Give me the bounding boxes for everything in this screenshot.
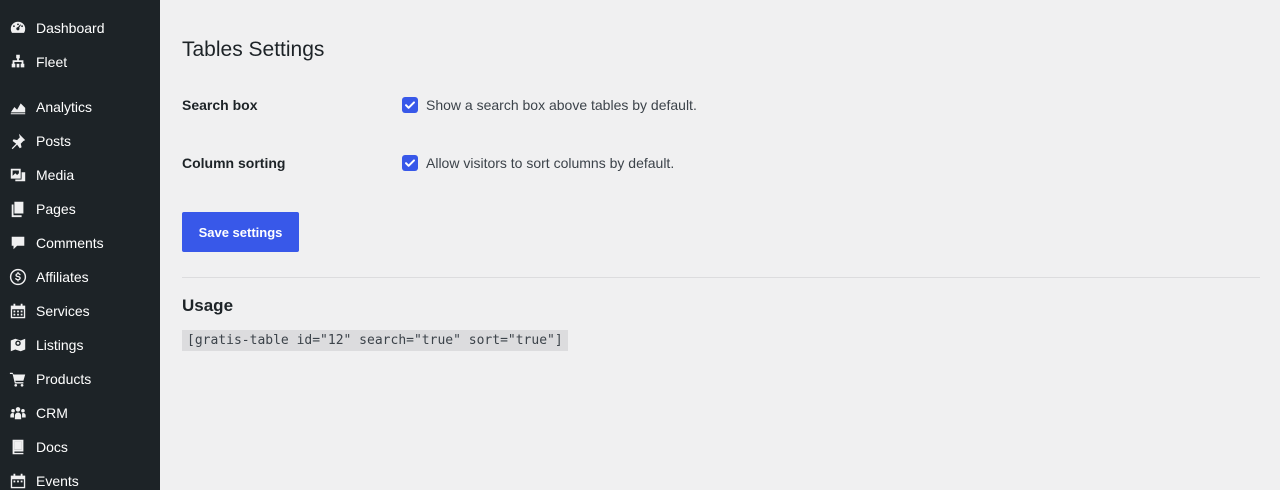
sidebar-item-label: Docs [36,439,68,455]
sidebar-item-label: Products [36,371,92,387]
sidebar-item-comments[interactable]: Comments [0,226,160,260]
sidebar-item-products[interactable]: Products [0,362,160,396]
book-icon [9,438,27,456]
sidebar-item-analytics[interactable]: Analytics [0,90,160,124]
sidebar-item-label: Listings [36,337,84,353]
sidebar-item-dashboard[interactable]: Dashboard [0,11,160,45]
sidebar-item-listings[interactable]: Listings [0,328,160,362]
comment-icon [9,234,27,252]
sidebar-item-affiliates[interactable]: Affiliates [0,260,160,294]
column-sorting-checkbox[interactable] [402,155,418,171]
area-chart-icon [9,98,27,116]
sidebar-item-label: Fleet [36,54,68,70]
sidebar-item-services[interactable]: Services [0,294,160,328]
setting-field: Allow visitors to sort columns by defaul… [402,155,674,171]
setting-label: Search box [182,97,258,113]
setting-field: Show a search box above tables by defaul… [402,97,697,113]
sidebar-item-docs[interactable]: Docs [0,430,160,464]
dollar-icon [9,268,27,286]
calendar-icon [9,472,27,490]
groups-icon [9,404,27,422]
sidebar-item-label: Affiliates [36,269,89,285]
sidebar-item-label: Events [36,473,79,489]
sidebar-item-pages[interactable]: Pages [0,192,160,226]
sidebar-item-label: CRM [36,405,68,421]
checkmark-icon [405,101,415,109]
save-settings-button[interactable]: Save settings [182,212,299,252]
sidebar-item-label: Pages [36,201,76,217]
sidebar-item-fleet[interactable]: Fleet [0,45,160,79]
checkmark-icon [405,159,415,167]
sidebar-item-label: Media [36,167,75,183]
setting-row-column-sorting: Column sorting Allow visitors to sort co… [182,152,1260,174]
sidebar-item-media[interactable]: Media [0,158,160,192]
setting-row-search-box: Search box Show a search box above table… [182,94,1260,116]
setting-description: Show a search box above tables by defaul… [426,97,697,113]
calendar-icon [9,302,27,320]
sidebar-item-label: Comments [36,235,104,251]
media-icon [9,166,27,184]
sidebar-item-label: Services [36,303,90,319]
sidebar-item-label: Analytics [36,99,93,115]
section-divider [182,277,1260,278]
search-box-checkbox[interactable] [402,97,418,113]
pages-icon [9,200,27,218]
map-icon [9,336,27,354]
pin-icon [9,132,27,150]
usage-heading: Usage [182,296,234,315]
dashboard-icon [9,19,27,37]
setting-description: Allow visitors to sort columns by defaul… [426,155,675,171]
admin-sidebar: Dashboard Fleet Analytics Posts Media Pa… [0,0,160,490]
sidebar-item-label: Dashboard [36,20,105,36]
sidebar-item-events[interactable]: Events [0,464,160,490]
usage-shortcode: [gratis-table id="12" search="true" sort… [182,330,568,351]
cart-icon [9,370,27,388]
sitemap-icon [9,53,27,71]
sidebar-item-label: Posts [36,133,72,149]
setting-label: Column sorting [182,155,286,171]
page-title: Tables Settings [182,38,325,61]
sidebar-item-posts[interactable]: Posts [0,124,160,158]
sidebar-item-crm[interactable]: CRM [0,396,160,430]
